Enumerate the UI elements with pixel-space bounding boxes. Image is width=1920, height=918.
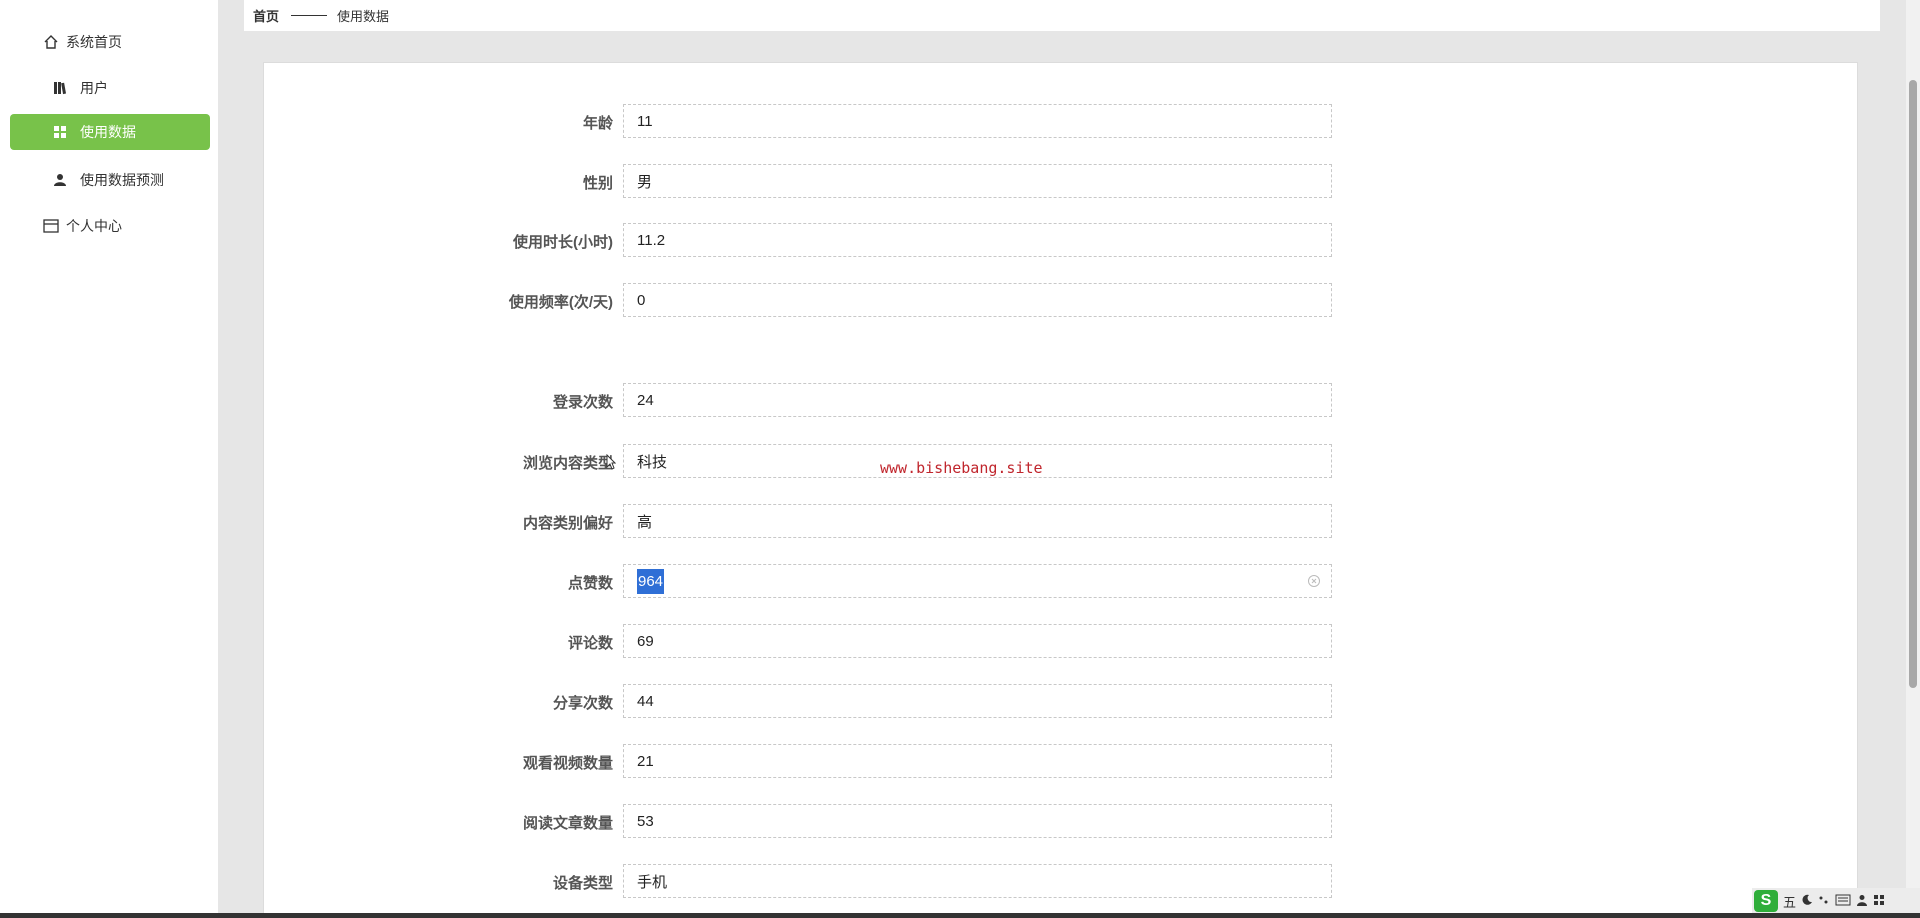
sidebar: 系统首页 用户 使用数据 使用数据预测 个人中心 <box>0 0 218 918</box>
clear-input-icon[interactable] <box>1307 574 1321 592</box>
sidebar-item-usage-data[interactable]: 使用数据 <box>10 114 210 150</box>
field-value: 11.2 <box>637 231 666 249</box>
sidebar-item-label: 个人中心 <box>66 218 122 234</box>
field-label: 使用时长(小时) <box>513 234 613 251</box>
user-icon <box>51 171 69 189</box>
field-value: 964 <box>637 568 665 594</box>
field-label: 使用频率(次/天) <box>508 294 613 311</box>
sidebar-item-label: 用户 <box>80 80 108 96</box>
breadcrumb-current: 使用数据 <box>337 9 390 24</box>
field-label: 登录次数 <box>552 394 613 411</box>
sidebar-item-label: 使用数据预测 <box>80 172 164 188</box>
field-label: 评论数 <box>567 635 613 652</box>
login-count-input[interactable]: 24 <box>623 383 1332 417</box>
gender-input[interactable]: 男 <box>623 164 1332 198</box>
sidebar-item-usage-prediction[interactable]: 使用数据预测 <box>10 162 210 198</box>
breadcrumb-separator <box>291 15 328 16</box>
field-value: 21 <box>637 752 654 770</box>
grid-icon <box>51 123 69 141</box>
comments-input[interactable]: 69 <box>623 624 1332 658</box>
field-value: 0 <box>637 291 646 309</box>
field-value: 科技 <box>637 453 668 471</box>
field-label: 阅读文章数量 <box>522 815 613 832</box>
field-label: 分享次数 <box>552 695 613 712</box>
field-label: 内容类别偏好 <box>522 515 613 532</box>
sidebar-item-home[interactable]: 系统首页 <box>10 24 210 60</box>
likes-input[interactable]: 964 <box>623 564 1332 598</box>
content-preference-input[interactable]: 高 <box>623 504 1332 538</box>
book-icon <box>51 79 69 97</box>
user-icon[interactable] <box>1856 894 1868 909</box>
ime-toolbar[interactable]: S 五 <box>1752 888 1920 914</box>
field-value: 11 <box>637 112 653 130</box>
home-icon <box>42 33 60 51</box>
sidebar-item-profile[interactable]: 个人中心 <box>10 208 210 244</box>
field-label: 浏览内容类型 <box>522 455 613 472</box>
articles-read-input[interactable]: 53 <box>623 804 1332 838</box>
watermark-text: www.bishebang.site <box>880 459 1043 477</box>
breadcrumb-home[interactable]: 首页 <box>253 6 279 25</box>
ime-mode[interactable]: 五 <box>1783 892 1796 911</box>
scrollbar-thumb[interactable] <box>1909 80 1917 688</box>
field-label: 观看视频数量 <box>522 755 613 772</box>
usage-frequency-input[interactable]: 0 <box>623 283 1332 317</box>
field-value: 男 <box>637 173 653 191</box>
field-label: 点赞数 <box>567 575 613 592</box>
sidebar-item-users[interactable]: 用户 <box>10 70 210 106</box>
punctuation-icon[interactable] <box>1818 894 1830 909</box>
videos-watched-input[interactable]: 21 <box>623 744 1332 778</box>
field-value: 高 <box>637 513 653 531</box>
mouse-cursor-icon <box>606 453 617 475</box>
shares-input[interactable]: 44 <box>623 684 1332 718</box>
moon-icon[interactable] <box>1801 894 1813 909</box>
field-label: 年龄 <box>582 115 613 132</box>
window-bottom-edge <box>0 913 1920 918</box>
field-value: 44 <box>637 692 654 710</box>
settings-icon[interactable] <box>1873 894 1885 909</box>
field-label: 性别 <box>582 175 613 192</box>
device-type-input[interactable]: 手机 <box>623 864 1332 898</box>
sidebar-item-label: 系统首页 <box>66 34 122 50</box>
usage-hours-input[interactable]: 11.2 <box>623 223 1332 257</box>
age-input[interactable]: 11 <box>623 104 1332 138</box>
field-value: 69 <box>637 632 654 650</box>
field-value: 53 <box>637 812 654 830</box>
sidebar-item-label: 使用数据 <box>80 124 136 140</box>
sogou-logo-icon: S <box>1754 890 1778 912</box>
card-icon <box>42 217 60 235</box>
keyboard-icon[interactable] <box>1835 894 1851 909</box>
field-value: 手机 <box>637 873 668 891</box>
field-label: 设备类型 <box>552 875 613 892</box>
breadcrumb: 首页 使用数据 <box>244 0 1880 31</box>
field-value: 24 <box>637 391 654 409</box>
